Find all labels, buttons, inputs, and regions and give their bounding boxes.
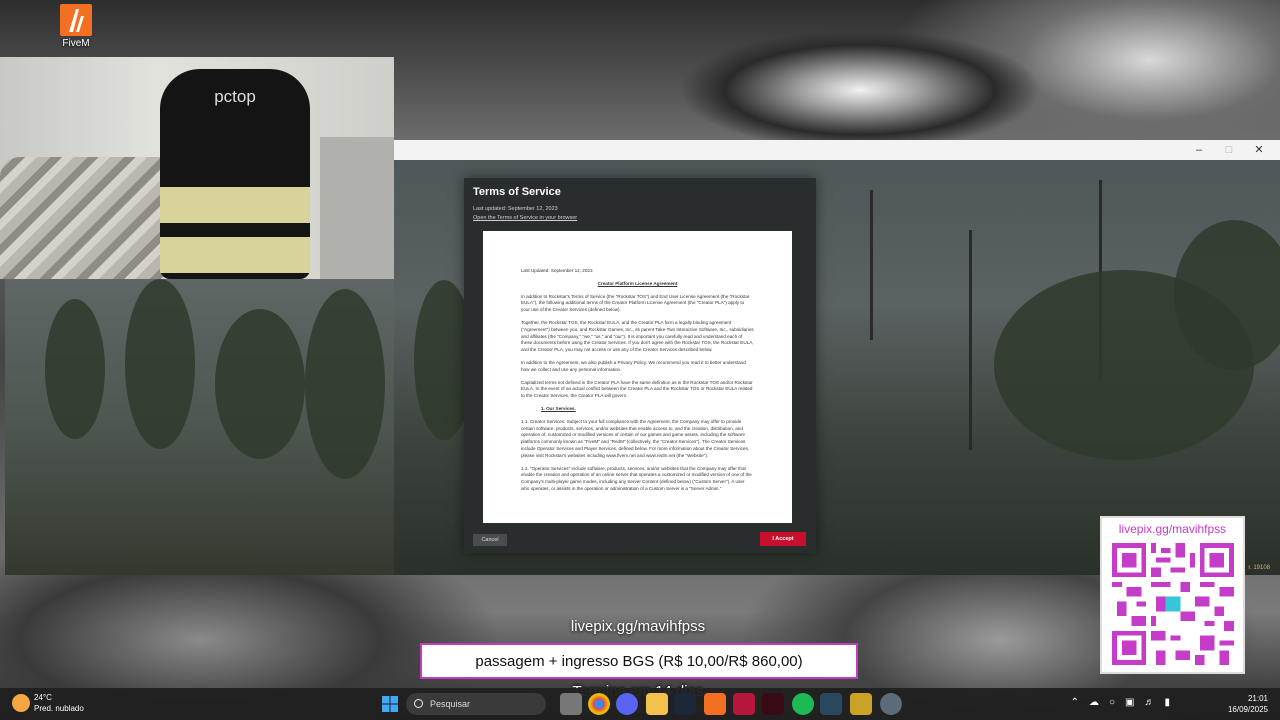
terms-document[interactable]: Last Updated: September 12, 2023 Creator… — [483, 231, 792, 523]
file-icon[interactable] — [560, 693, 582, 715]
app-icon[interactable] — [762, 693, 784, 715]
weather-desc: Pred. nublado — [34, 704, 84, 713]
taskbar: 24°C Pred. nublado Pesquisar ⌃ ☁ ○ ▣ ♬ ▮… — [0, 688, 1280, 720]
cancel-button[interactable]: Cancel — [473, 534, 507, 546]
webcam-overlay: pctop — [0, 57, 394, 279]
version-label: r. 19108 — [1248, 565, 1270, 571]
spotify-icon[interactable] — [792, 693, 814, 715]
volume-icon[interactable]: ♬ — [1144, 697, 1154, 708]
network-icon[interactable]: ▣ — [1125, 697, 1134, 708]
doc-paragraph: Capitalized terms not defined in the Cre… — [521, 379, 753, 399]
chrome-icon[interactable] — [588, 693, 610, 715]
settings-icon[interactable] — [880, 693, 902, 715]
doc-paragraph: 1.2. "Operator Services" include softwar… — [521, 465, 752, 491]
open-in-browser-link[interactable]: Open the Terms of Service in your browse… — [473, 215, 577, 221]
terms-of-service-dialog: Terms of Service Last updated: September… — [464, 178, 816, 553]
qr-code-icon — [1112, 543, 1234, 665]
window-title-bar: – □ ✕ — [394, 140, 1280, 160]
doc-paragraph: 1.1. Creator Services. Subject to your f… — [521, 418, 750, 458]
fivem-icon — [60, 4, 92, 36]
close-button[interactable]: ✕ — [1244, 142, 1274, 158]
microphone-icon[interactable]: ○ — [1109, 697, 1115, 708]
doc-date: Last Updated: September 12, 2023 — [521, 268, 593, 273]
folder-icon[interactable] — [646, 693, 668, 715]
game-icon[interactable] — [850, 693, 872, 715]
taskbar-clock[interactable]: 21:01 16/09/2025 — [1228, 693, 1268, 715]
system-tray: ⌃ ☁ ○ ▣ ♬ ▮ — [1071, 697, 1170, 708]
steam-app-icon[interactable] — [820, 693, 842, 715]
weather-icon — [12, 694, 30, 712]
chair-logo: pctop — [214, 87, 256, 106]
maximize-button[interactable]: □ — [1214, 142, 1244, 158]
last-updated: Last updated: September 12, 2023 — [473, 206, 558, 212]
doc-paragraph: Together, the Rockstar TOS, the Rockstar… — [521, 319, 754, 353]
fivem-desktop-icon[interactable]: FiveM — [56, 4, 96, 49]
qr-url: livepix.gg/mavihfpss — [1118, 522, 1227, 536]
doc-heading: Creator Platform License Agreement — [597, 280, 678, 286]
weather-temp: 24°C — [34, 693, 52, 702]
weather-widget[interactable]: 24°C Pred. nublado — [12, 692, 84, 714]
game-scene-left — [5, 279, 394, 575]
search-placeholder: Pesquisar — [430, 699, 471, 709]
search-icon — [414, 699, 423, 708]
qr-card: livepix.gg/mavihfpss — [1100, 516, 1245, 674]
accept-button[interactable]: I Accept — [760, 532, 806, 546]
desktop-icon-label: FiveM — [62, 38, 90, 49]
chevron-up-icon[interactable]: ⌃ — [1071, 697, 1079, 708]
donation-goal-box: passagem + ingresso BGS (R$ 10,00/R$ 860… — [420, 643, 858, 679]
dialog-title: Terms of Service — [473, 186, 561, 198]
doc-section-heading: 1. Our Services. — [541, 405, 576, 411]
cloud-icon[interactable]: ☁ — [1089, 697, 1099, 708]
windows-icon — [382, 696, 398, 712]
start-button[interactable] — [379, 693, 401, 715]
discord-icon[interactable] — [616, 693, 638, 715]
steam-icon[interactable] — [674, 693, 696, 715]
doc-paragraph: In addition to the Agreement, we also pu… — [521, 359, 746, 372]
doc-paragraph: In addition to Rockstar's Terms of Servi… — [521, 293, 750, 313]
donation-goal-text: passagem + ingresso BGS (R$ 10,00/R$ 860… — [422, 645, 856, 677]
clock-time: 21:01 — [1247, 694, 1268, 703]
donation-url: livepix.gg/mavihfpss — [570, 618, 706, 635]
battery-icon[interactable]: ▮ — [1164, 697, 1170, 708]
clock-date: 16/09/2025 — [1227, 705, 1268, 714]
gaming-chair: pctop — [160, 69, 310, 279]
minimize-button[interactable]: – — [1184, 142, 1214, 158]
fivem-taskbar-icon[interactable] — [704, 693, 726, 715]
taskbar-search[interactable]: Pesquisar — [406, 693, 546, 715]
obs-icon[interactable] — [733, 693, 755, 715]
